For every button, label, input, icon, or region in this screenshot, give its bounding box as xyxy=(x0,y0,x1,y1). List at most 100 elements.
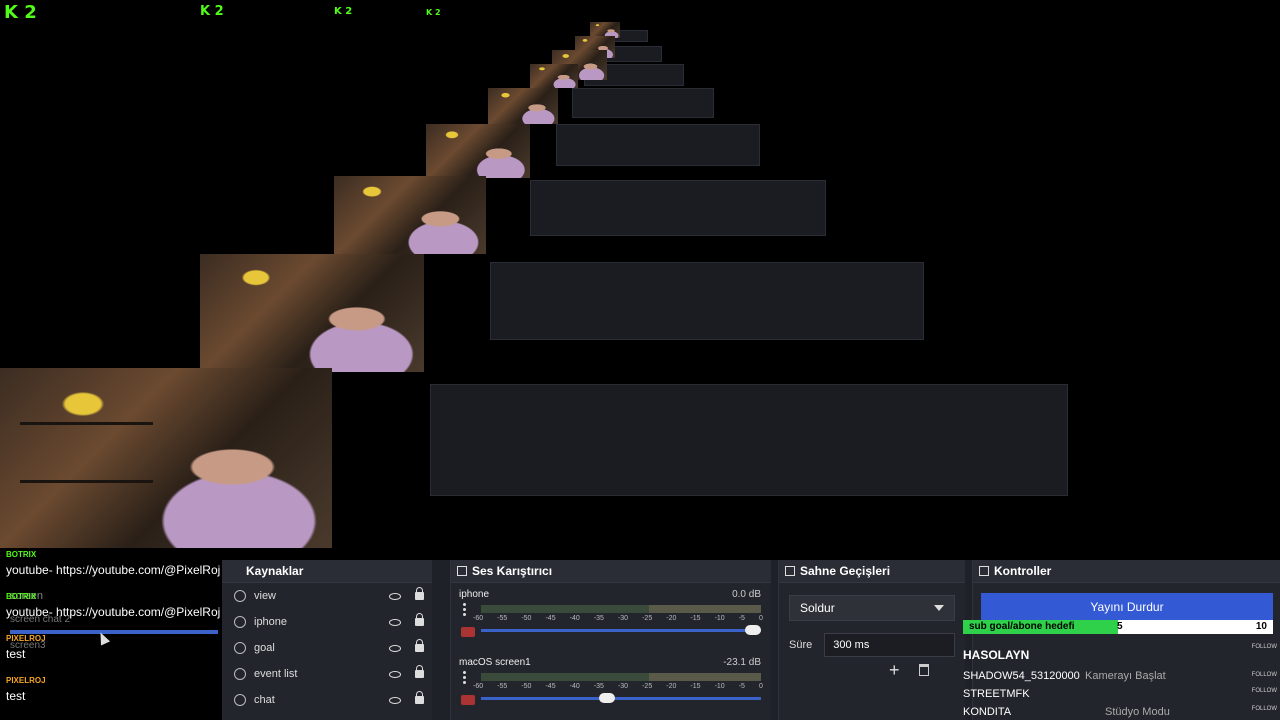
dock-tab-icon xyxy=(785,566,795,576)
recursive-capture-2 xyxy=(490,262,924,340)
kick-badge-count: 2 xyxy=(434,8,441,17)
scene-transitions-header: Sahne Geçişleri xyxy=(779,560,965,583)
mixer-channel-macos-screen1: macOS screen1 -23.1 dB -60 -55 -50 -45 -40 -3… xyxy=(451,651,771,719)
lock-icon[interactable] xyxy=(415,587,424,600)
lock-icon[interactable] xyxy=(415,639,424,652)
meter-tick-label: -25 xyxy=(642,683,653,690)
source-item[interactable]: goal xyxy=(222,635,432,661)
stop-stream-button[interactable]: Yayını Durdur xyxy=(981,593,1273,621)
meter-tick-label: -50 xyxy=(521,683,532,690)
meter-tick-label: -5 xyxy=(738,683,745,690)
sources-panel-header: Kaynaklar xyxy=(222,560,432,583)
shelf xyxy=(19,422,153,425)
start-camera-label[interactable]: Kamerayı Başlat xyxy=(1085,670,1166,682)
alert-name: SHADOW54_53120000 xyxy=(963,670,1080,682)
follow-label: FOLLOW xyxy=(1251,688,1277,694)
meter-tick-label: -50 xyxy=(521,615,532,622)
meter-tick-label: -10 xyxy=(714,615,725,622)
mixer-channel-iphone: iphone 0.0 dB -60 -55 -50 -45 -40 -35 -30 -25 -2… xyxy=(451,583,771,651)
meter-tick-label: -60 xyxy=(473,683,484,690)
volume-slider[interactable] xyxy=(481,693,761,703)
more-options-icon[interactable] xyxy=(463,603,466,618)
meter-tick-label: -15 xyxy=(690,615,701,622)
globe-icon xyxy=(234,642,246,654)
eye-icon[interactable] xyxy=(389,618,401,626)
eye-icon[interactable] xyxy=(389,696,401,704)
volume-slider[interactable] xyxy=(481,625,761,635)
source-item[interactable]: iphone xyxy=(222,609,432,635)
shelf xyxy=(19,479,153,483)
studio-mode-label[interactable]: Stüdyo Modu xyxy=(1105,706,1170,718)
meter-tick-label: -40 xyxy=(569,683,580,690)
kick-logo: K 2 xyxy=(200,4,224,19)
chat-username: PIXELROJ xyxy=(6,676,46,685)
chat-username: BOTRIX xyxy=(6,592,37,601)
kick-logo: K 2 xyxy=(4,2,37,23)
globe-icon xyxy=(234,590,246,602)
meter-tick-label: -45 xyxy=(545,615,556,622)
sources-panel: Kaynaklar view iphone goal event list ch… xyxy=(222,560,432,720)
follow-label: FOLLOW xyxy=(1251,644,1277,650)
meter-tick-label: -55 xyxy=(497,683,508,690)
alert-name: KONDITA xyxy=(963,706,1012,718)
eye-icon[interactable] xyxy=(389,644,401,652)
add-transition-button[interactable]: + xyxy=(889,660,900,681)
dock-tab-icon xyxy=(457,566,467,576)
kick-badge-count: 2 xyxy=(345,6,353,17)
alert-name: HASOLAYN xyxy=(963,648,1030,662)
kick-badge-count: 2 xyxy=(24,2,37,23)
eye-icon[interactable] xyxy=(389,592,401,600)
controls-header: Kontroller xyxy=(973,560,1280,583)
recursive-capture-3 xyxy=(530,180,826,236)
volume-meter xyxy=(481,605,761,613)
chat-entry: PIXELROJ test xyxy=(0,634,46,661)
globe-icon xyxy=(234,668,246,680)
speaker-mute-icon[interactable] xyxy=(461,695,475,705)
meter-tick-label: -45 xyxy=(545,683,556,690)
meter-tick-label: -40 xyxy=(569,615,580,622)
chat-message: test xyxy=(6,647,26,661)
lock-icon[interactable] xyxy=(415,665,424,678)
sources-title: Kaynaklar xyxy=(246,564,304,578)
lock-icon[interactable] xyxy=(415,691,424,704)
chat-overlay: BOTRIX youtube- https://youtube.com/@Pix… xyxy=(0,548,222,720)
transition-select[interactable]: Soldur xyxy=(789,595,955,621)
follow-label: FOLLOW xyxy=(1251,706,1277,712)
scene-transitions-panel: Sahne Geçişleri Soldur Süre 300 ms + xyxy=(778,560,965,720)
meter-tick-label: -20 xyxy=(666,615,677,622)
dock-tab-icon xyxy=(979,566,989,576)
kick-logo: K 2 xyxy=(426,8,441,17)
webcam-frame-1 xyxy=(200,254,424,372)
meter-tick-label: 0 xyxy=(758,615,763,622)
recursive-capture-5 xyxy=(572,88,714,118)
chat-username: PIXELROJ xyxy=(6,634,46,643)
meter-tick-label: -25 xyxy=(642,615,653,622)
chat-entry: BOTRIX youtube- https://youtube.com/@Pix… xyxy=(0,550,220,577)
more-options-icon[interactable] xyxy=(463,671,466,686)
chat-message: test xyxy=(6,689,26,703)
sub-goal-bar: sub goal/abone hedefi 5 10 xyxy=(963,620,1273,634)
chevron-down-icon xyxy=(934,605,944,611)
trash-icon[interactable] xyxy=(919,664,929,676)
obs-dock: Kaynaklar view iphone goal event list ch… xyxy=(222,560,1280,720)
meter-tick-label: -20 xyxy=(666,683,677,690)
duration-input[interactable]: 300 ms xyxy=(824,633,955,657)
source-item[interactable]: view xyxy=(222,583,432,609)
source-item[interactable]: event list xyxy=(222,661,432,687)
webcam-frame-3 xyxy=(426,124,530,178)
speaker-mute-icon[interactable] xyxy=(461,627,475,637)
volume-slider-knob[interactable] xyxy=(745,625,761,635)
audio-mixer-header: Ses Karıştırıcı xyxy=(451,560,771,583)
webcam-frame-main xyxy=(0,368,332,548)
source-item[interactable]: chat xyxy=(222,687,432,713)
meter-tick-label: -30 xyxy=(617,615,629,622)
meter-ticks: -60 -55 -50 -45 -40 -35 -30 -25 -20 -15 -10 -5 0 xyxy=(473,683,763,690)
duration-row: Süre 300 ms xyxy=(789,633,955,657)
meter-tick-label: -30 xyxy=(617,683,629,690)
eye-icon[interactable] xyxy=(389,670,401,678)
volume-slider-knob[interactable] xyxy=(599,693,615,703)
alert-name: STREETMFK xyxy=(963,688,1030,700)
lock-icon[interactable] xyxy=(415,613,424,626)
webcam-frame-5 xyxy=(530,64,578,88)
chat-entry: PIXELROJ test xyxy=(0,676,46,703)
